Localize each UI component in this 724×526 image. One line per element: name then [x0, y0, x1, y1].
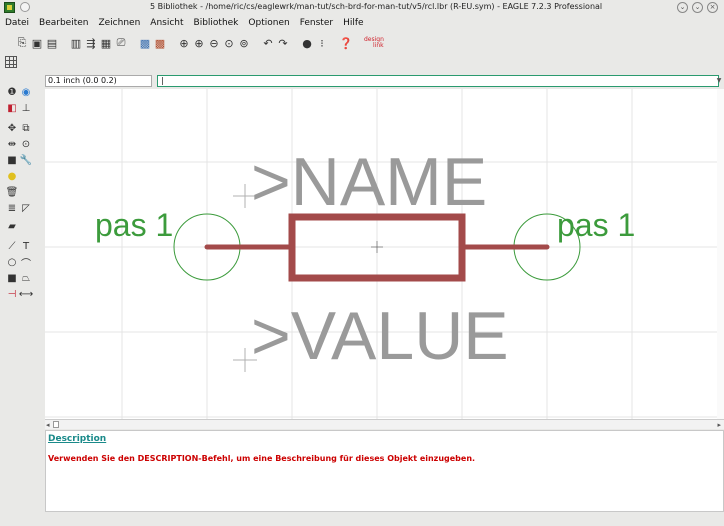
menu-bibliothek[interactable]: Bibliothek: [189, 16, 244, 31]
zoom-in-icon[interactable]: ⊕: [193, 37, 205, 50]
display-icon[interactable]: ◧: [6, 102, 18, 114]
stop-icon[interactable]: ●: [301, 37, 313, 50]
change-icon[interactable]: 🔧: [20, 154, 32, 166]
scroll-left-icon[interactable]: ◂: [46, 421, 50, 429]
grid-coordinates: 0.1 inch (0.0 0.2): [45, 75, 152, 87]
undo-icon[interactable]: ↶: [262, 37, 274, 50]
text-icon[interactable]: T: [20, 240, 32, 252]
menu-bearbeiten[interactable]: Bearbeiten: [34, 16, 93, 31]
rect-icon[interactable]: ■: [6, 272, 18, 284]
wire-icon[interactable]: ⟋: [6, 240, 18, 252]
vertical-scrollbar[interactable]: [717, 89, 724, 419]
print-icon[interactable]: ▤: [46, 37, 58, 50]
title-bar: 5 Bibliothek - /home/ric/cs/eaglewrk/man…: [0, 0, 724, 15]
close-icon[interactable]: ×: [707, 2, 718, 13]
zoom-select-icon[interactable]: ⊚: [238, 37, 250, 50]
rotate-icon[interactable]: ⊙: [20, 138, 32, 150]
zoom-fit-icon[interactable]: ⊕: [178, 37, 190, 50]
menu-datei[interactable]: Datei: [0, 16, 34, 31]
origin-cross-center: [371, 241, 383, 253]
status-bar: [0, 512, 724, 526]
description-link[interactable]: Description: [48, 434, 106, 444]
brd-switch-icon[interactable]: ▩: [154, 37, 166, 50]
main-toolbar: ⎘ ▣ ▤ ▥ ⇶ ▦ ⎚ ▩ ▩ ⊕ ⊕ ⊖ ⊙ ⊚ ↶ ↷ ● ⁝ ❓ de…: [0, 33, 724, 53]
designlink-icon[interactable]: design link: [364, 36, 390, 50]
split-icon[interactable]: ▰: [6, 220, 18, 232]
pin-label-right: pas 1: [557, 207, 635, 243]
cam-icon[interactable]: ▥: [70, 37, 82, 50]
info-icon[interactable]: ❶: [6, 86, 18, 98]
save-icon[interactable]: ▣: [31, 37, 43, 50]
menu-ansicht[interactable]: Ansicht: [145, 16, 188, 31]
zoom-out-icon[interactable]: ⊖: [208, 37, 220, 50]
delete-icon[interactable]: 🗑: [6, 186, 19, 198]
menu-hilfe[interactable]: Hilfe: [338, 16, 368, 31]
mark-icon[interactable]: ⊥: [20, 102, 32, 114]
value-placeholder: >VALUE: [251, 298, 509, 374]
grid-icon[interactable]: [5, 56, 17, 68]
command-dropdown-icon[interactable]: ▼: [714, 75, 724, 87]
show-icon[interactable]: ◉: [20, 86, 32, 98]
help-icon[interactable]: ❓: [339, 37, 353, 50]
command-input[interactable]: |: [157, 75, 719, 87]
symbol-drawing: >NAME >VALUE pas 1 pas 1: [45, 89, 724, 419]
scroll-thumb[interactable]: [53, 421, 59, 428]
mirror-icon[interactable]: ⇹: [6, 138, 18, 150]
menu-fenster[interactable]: Fenster: [295, 16, 338, 31]
circle-icon[interactable]: ○: [6, 256, 18, 268]
menu-zeichnen[interactable]: Zeichnen: [93, 16, 145, 31]
redo-icon[interactable]: ↷: [277, 37, 289, 50]
script-icon[interactable]: ⎚: [115, 36, 127, 49]
name-icon[interactable]: ≣: [6, 202, 18, 214]
go-icon[interactable]: ⁝: [316, 37, 328, 50]
polygon-icon[interactable]: ⏢: [20, 272, 32, 284]
pin-icon[interactable]: ⊣: [6, 288, 18, 300]
copy-icon[interactable]: ⧉: [20, 122, 32, 134]
minimize-icon[interactable]: ⌄: [677, 2, 688, 13]
parameter-toolbar: [0, 53, 724, 71]
window-title: 5 Bibliothek - /home/ric/cs/eaglewrk/man…: [150, 2, 603, 11]
drawing-canvas[interactable]: >NAME >VALUE pas 1 pas 1: [45, 89, 724, 419]
tool-palette: ❶ ◉ ◧ ⊥ ✥ ⧉ ⇹ ⊙ ■ 🔧 ● 🗑 ≣ ◸ ▰ ⟋ T ○ ⌒ ■ …: [6, 84, 44, 514]
arc-icon[interactable]: ⌒: [20, 256, 32, 270]
miter-icon[interactable]: ◸: [20, 202, 32, 214]
zoom-redraw-icon[interactable]: ⊙: [223, 37, 235, 50]
scroll-right-icon[interactable]: ▸: [717, 421, 721, 429]
window-menu-icon[interactable]: [20, 2, 30, 12]
board-icon[interactable]: ⇶: [85, 37, 97, 50]
pin-label-left: pas 1: [95, 207, 173, 243]
menu-optionen[interactable]: Optionen: [243, 16, 294, 31]
eagle-app-icon: [4, 2, 15, 13]
name-placeholder: >NAME: [251, 144, 487, 220]
schematic-icon[interactable]: ▩: [139, 37, 151, 50]
open-icon[interactable]: ⎘: [16, 36, 28, 49]
description-panel: Description Verwenden Sie den DESCRIPTIO…: [45, 430, 724, 512]
horizontal-scrollbar[interactable]: ◂ ▸: [45, 419, 724, 429]
maximize-icon[interactable]: ⌄: [692, 2, 703, 13]
dimension-icon[interactable]: ⟷: [19, 288, 33, 300]
group-icon[interactable]: ■: [6, 154, 18, 166]
designlink-label-bottom: link: [373, 42, 384, 49]
description-text: Verwenden Sie den DESCRIPTION-Befehl, um…: [48, 454, 476, 463]
menu-bar: Datei Bearbeiten Zeichnen Ansicht Biblio…: [0, 16, 724, 31]
ulp-icon[interactable]: ▦: [100, 37, 112, 50]
move-icon[interactable]: ✥: [6, 122, 18, 134]
paste-icon[interactable]: ●: [6, 170, 18, 182]
